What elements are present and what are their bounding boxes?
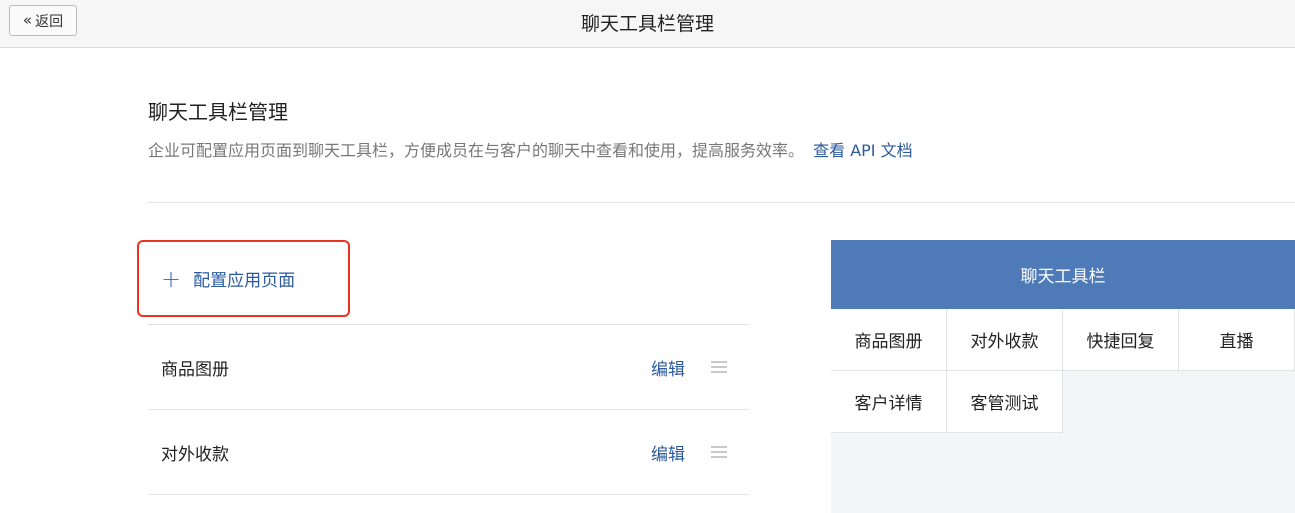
plus-icon: + (161, 264, 182, 293)
preview-cell: 客管测试 (947, 371, 1063, 433)
list-item: 商品图册 编辑 (148, 325, 749, 410)
drag-handle-icon[interactable] (711, 361, 727, 373)
preview-cell: 直播 (1179, 309, 1295, 371)
list-item-name: 商品图册 (161, 359, 229, 380)
section-title: 聊天工具栏管理 (148, 100, 288, 124)
edit-link[interactable]: 编辑 (651, 440, 685, 465)
description-text: 企业可配置应用页面到聊天工具栏，方便成员在与客户的聊天中查看和使用，提高服务效率… (148, 141, 805, 160)
preview-header: 聊天工具栏 (831, 240, 1295, 309)
section-description: 企业可配置应用页面到聊天工具栏，方便成员在与客户的聊天中查看和使用，提高服务效率… (148, 137, 913, 161)
drag-handle-icon[interactable] (711, 446, 727, 458)
api-doc-link[interactable]: 查看 API 文档 (813, 141, 913, 160)
preview-cell: 对外收款 (947, 309, 1063, 371)
preview-cell: 快捷回复 (1063, 309, 1179, 371)
preview-cell: 商品图册 (831, 309, 947, 371)
toolbar-preview: 聊天工具栏 商品图册 对外收款 快捷回复 直播 客户详情 客管测试 (831, 240, 1295, 513)
divider (148, 202, 1295, 203)
preview-grid: 商品图册 对外收款 快捷回复 直播 客户详情 客管测试 (831, 309, 1295, 433)
edit-link[interactable]: 编辑 (651, 355, 685, 380)
list-item: 对外收款 编辑 (148, 410, 749, 495)
configure-app-page-label: 配置应用页面 (193, 271, 296, 291)
top-bar: « 返回 聊天工具栏管理 (0, 0, 1295, 48)
configure-app-page-button[interactable]: + 配置应用页面 (137, 240, 350, 317)
toolbar-page-list: 商品图册 编辑 对外收款 编辑 (148, 324, 749, 495)
page-title: 聊天工具栏管理 (580, 12, 714, 35)
list-item-name: 对外收款 (161, 444, 229, 465)
preview-cell: 客户详情 (831, 371, 947, 433)
